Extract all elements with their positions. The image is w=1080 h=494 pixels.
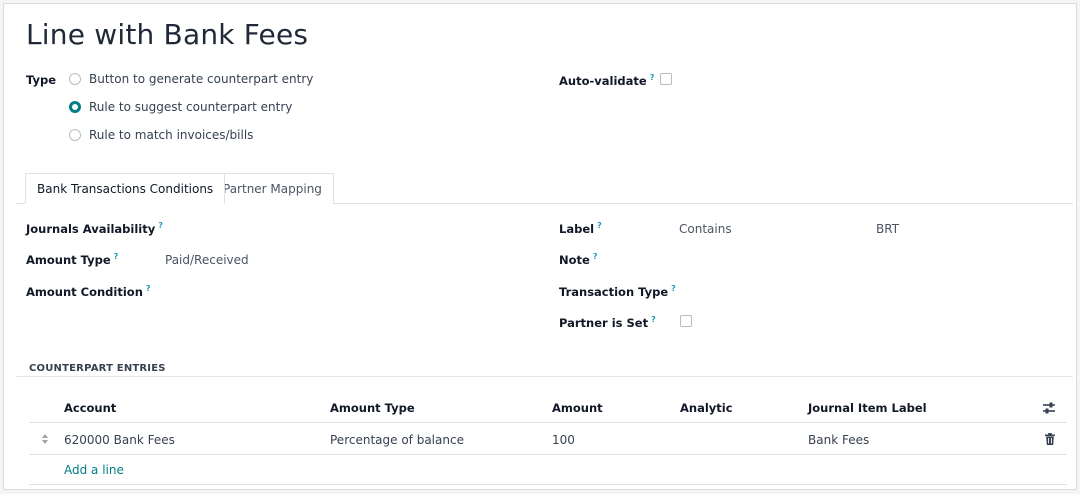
radio-option-match[interactable]: Rule to match invoices/bills: [69, 126, 253, 144]
table-row[interactable]: 620000 Bank Fees Percentage of balance 1…: [29, 424, 1067, 455]
column-header-journal-item-label[interactable]: Journal Item Label: [808, 401, 927, 415]
help-icon[interactable]: ?: [597, 221, 602, 230]
radio-option-button[interactable]: Button to generate counterpart entry: [69, 70, 313, 88]
drag-handle-icon[interactable]: [41, 433, 49, 445]
radio-option-label: Rule to match invoices/bills: [89, 128, 254, 142]
radio-option-label: Rule to suggest counterpart entry: [89, 100, 293, 114]
label-value-input[interactable]: BRT: [876, 222, 899, 236]
trash-icon[interactable]: [1045, 433, 1055, 445]
cell-account[interactable]: 620000 Bank Fees: [64, 433, 175, 447]
field-label-text: Transaction Type: [559, 284, 669, 299]
add-line-link[interactable]: Add a line: [64, 463, 124, 477]
field-label-text: Journals Availability: [26, 221, 156, 236]
help-icon[interactable]: ?: [650, 73, 655, 82]
field-label-text: Label: [559, 221, 595, 236]
help-icon[interactable]: ?: [593, 252, 598, 261]
radio-icon[interactable]: [69, 101, 81, 113]
section-title: COUNTERPART ENTRIES: [29, 363, 166, 374]
cell-amount-type[interactable]: Percentage of balance: [330, 433, 464, 447]
label-operator-select[interactable]: Contains: [679, 222, 732, 236]
column-header-analytic[interactable]: Analytic: [680, 401, 733, 415]
radio-option-suggest[interactable]: Rule to suggest counterpart entry: [69, 98, 292, 116]
cell-amount[interactable]: 100: [552, 433, 575, 447]
note-label: Note?: [559, 252, 597, 267]
auto-validate-checkbox[interactable]: [660, 73, 672, 85]
amount-condition-label: Amount Condition?: [26, 284, 151, 299]
type-label: Type: [26, 73, 57, 87]
table-header: Account Amount Type Amount Analytic Jour…: [29, 393, 1067, 423]
section-divider: [16, 376, 1073, 377]
label-field-label: Label?: [559, 221, 602, 236]
field-label-text: Note: [559, 252, 590, 267]
sliders-icon[interactable]: [1042, 402, 1056, 414]
help-icon[interactable]: ?: [158, 221, 163, 230]
add-line-row: Add a line: [29, 455, 1067, 485]
help-icon[interactable]: ?: [671, 284, 676, 293]
auto-validate-text: Auto-validate: [559, 73, 647, 88]
field-label-text: Partner is Set: [559, 315, 649, 330]
column-header-amount[interactable]: Amount: [552, 401, 603, 415]
amount-type-label: Amount Type?: [26, 252, 118, 267]
help-icon[interactable]: ?: [651, 315, 656, 324]
partner-is-set-label: Partner is Set?: [559, 315, 656, 330]
radio-icon[interactable]: [69, 129, 81, 141]
help-icon[interactable]: ?: [146, 284, 151, 293]
tab-partner-mapping[interactable]: Partner Mapping: [211, 173, 334, 204]
form-sheet: Line with Bank Fees Type Button to gener…: [3, 3, 1077, 490]
tab-bank-transactions-conditions[interactable]: Bank Transactions Conditions: [25, 173, 226, 204]
column-header-account[interactable]: Account: [64, 401, 116, 415]
auto-validate-label: Auto-validate?: [559, 73, 654, 88]
record-title[interactable]: Line with Bank Fees: [26, 18, 308, 51]
amount-type-value[interactable]: Paid/Received: [165, 253, 249, 267]
partner-is-set-checkbox[interactable]: [680, 315, 692, 327]
radio-icon[interactable]: [69, 73, 81, 85]
transaction-type-label: Transaction Type?: [559, 284, 676, 299]
field-label-text: Amount Condition: [26, 284, 143, 299]
help-icon[interactable]: ?: [114, 252, 119, 261]
cell-journal-item-label[interactable]: Bank Fees: [808, 433, 869, 447]
field-label-text: Amount Type: [26, 252, 111, 267]
journals-availability-label: Journals Availability?: [26, 221, 163, 236]
radio-option-label: Button to generate counterpart entry: [89, 72, 314, 86]
column-header-amount-type[interactable]: Amount Type: [330, 401, 415, 415]
